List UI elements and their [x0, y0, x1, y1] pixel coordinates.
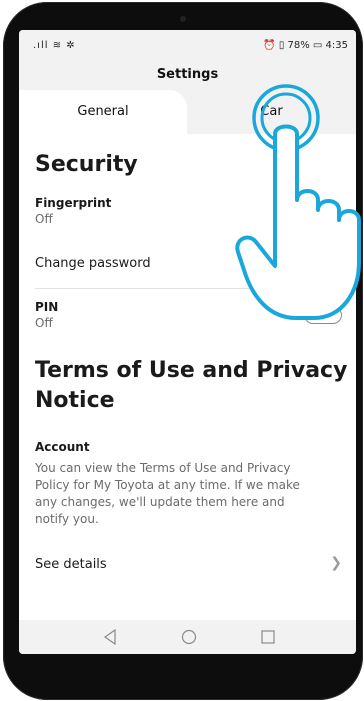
settings-content: Security Fingerprint Off Change password…: [19, 134, 356, 620]
terms-description-line1: You can view the Terms of Use and Privac…: [35, 461, 291, 475]
app-header: Settings: [19, 60, 356, 90]
change-password-link[interactable]: Change password: [35, 256, 151, 271]
front-camera: [180, 16, 186, 22]
account-label: Account: [35, 440, 90, 454]
recents-icon[interactable]: [261, 629, 275, 648]
fingerprint-label[interactable]: Fingerprint: [35, 196, 111, 210]
terms-heading-line2: Notice: [35, 388, 115, 413]
status-bar: .ıll ≋ ✲ ⏰ ▯ 78% ▭ 4:35: [19, 30, 356, 60]
tab-car[interactable]: Car: [187, 90, 356, 134]
terms-description-line3: any changes, we'll update them here and: [35, 495, 285, 509]
pin-value: Off: [35, 316, 53, 330]
pin-label: PIN: [35, 300, 59, 314]
tab-general-label: General: [77, 104, 129, 119]
tab-car-label: Car: [260, 104, 283, 119]
pin-toggle[interactable]: [304, 306, 342, 324]
tab-bar: General Car: [19, 90, 356, 134]
phone-frame: .ıll ≋ ✲ ⏰ ▯ 78% ▭ 4:35 Settings General…: [3, 2, 363, 700]
back-icon[interactable]: [103, 628, 117, 649]
terms-heading-line1: Terms of Use and Privacy: [35, 358, 348, 383]
security-heading: Security: [35, 152, 138, 177]
toggle-knob: [308, 310, 318, 320]
system-nav-bar: [19, 620, 356, 654]
terms-description-line2: Policy for My Toyota at any time. If we …: [35, 478, 300, 492]
screen: .ıll ≋ ✲ ⏰ ▯ 78% ▭ 4:35 Settings General…: [19, 30, 356, 654]
page-title: Settings: [156, 67, 219, 82]
status-icons-right: ⏰ ▯ 78% ▭ 4:35: [263, 40, 348, 51]
terms-description-line4: notify you.: [35, 512, 99, 526]
see-details-link[interactable]: See details: [35, 557, 107, 572]
home-icon[interactable]: [181, 629, 197, 649]
status-icons-left: .ıll ≋ ✲: [33, 40, 76, 51]
fingerprint-value: Off: [35, 212, 53, 226]
divider: [35, 288, 340, 289]
tab-general[interactable]: General: [19, 90, 187, 134]
chevron-right-icon[interactable]: ❯: [330, 555, 342, 571]
